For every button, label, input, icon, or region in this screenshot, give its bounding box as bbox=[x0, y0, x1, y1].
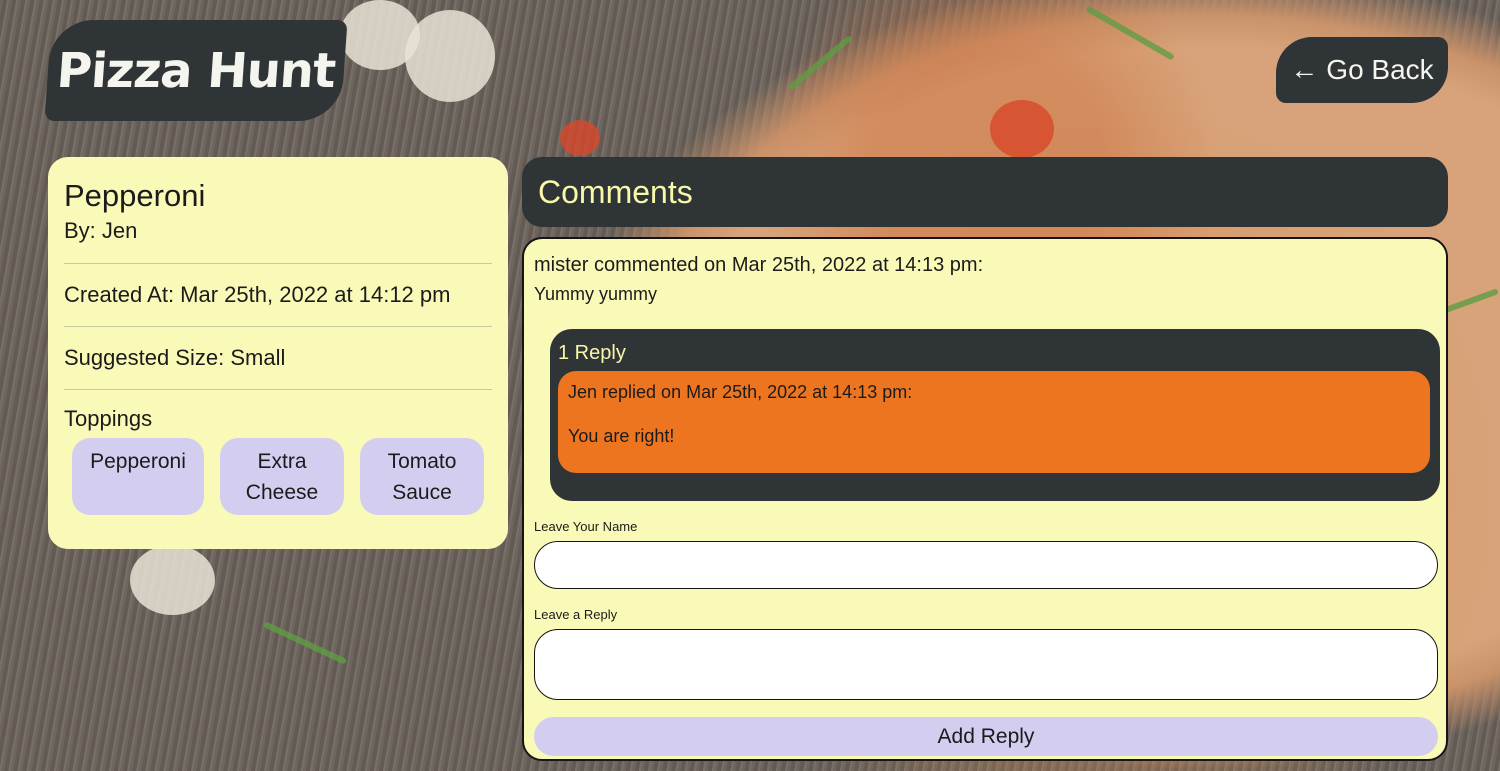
name-field-label: Leave Your Name bbox=[534, 519, 638, 534]
comments-title: Comments bbox=[538, 173, 693, 210]
reply-card: Jen replied on Mar 25th, 2022 at 14:13 p… bbox=[558, 371, 1430, 473]
toppings-title: Toppings bbox=[64, 406, 153, 431]
topping-badge: Extra Cheese bbox=[220, 438, 344, 515]
comment-body: Yummy yummy bbox=[534, 284, 658, 304]
reply-textarea[interactable] bbox=[534, 629, 1438, 700]
logo: Pizza Hunt bbox=[44, 20, 348, 121]
pizza-suggested-size: Suggested Size: Small bbox=[64, 327, 492, 390]
replies-count: 1 Reply bbox=[558, 342, 626, 364]
pizza-details-card: Pepperoni By: Jen Created At: Mar 25th, … bbox=[48, 157, 508, 549]
topping-badge: Tomato Sauce bbox=[360, 438, 484, 515]
comments-header: Comments bbox=[522, 157, 1448, 227]
name-input[interactable] bbox=[534, 541, 1438, 589]
comment-card: mister commented on Mar 25th, 2022 at 14… bbox=[522, 237, 1448, 761]
go-back-label: Go Back bbox=[1326, 54, 1434, 85]
arrow-left-icon: ← bbox=[1290, 54, 1319, 85]
toppings-list: Pepperoni Extra Cheese Tomato Sauce bbox=[64, 434, 492, 515]
reply-meta: Jen replied on Mar 25th, 2022 at 14:13 p… bbox=[568, 382, 913, 402]
pizza-name: Pepperoni bbox=[64, 178, 206, 213]
go-back-button[interactable]: ← Go Back bbox=[1276, 37, 1448, 103]
pizza-created-at: Created At: Mar 25th, 2022 at 14:12 pm bbox=[64, 264, 492, 327]
reply-field-label: Leave a Reply bbox=[534, 607, 618, 622]
pizza-author: By: Jen bbox=[64, 215, 492, 264]
replies-section: 1 Reply Jen replied on Mar 25th, 2022 at… bbox=[550, 329, 1440, 501]
add-reply-button[interactable]: Add Reply bbox=[534, 717, 1438, 756]
logo-text: Pizza Hunt bbox=[54, 42, 337, 99]
reply-body: You are right! bbox=[568, 426, 675, 446]
topping-badge: Pepperoni bbox=[72, 438, 204, 515]
comment-meta: mister commented on Mar 25th, 2022 at 14… bbox=[534, 254, 984, 276]
